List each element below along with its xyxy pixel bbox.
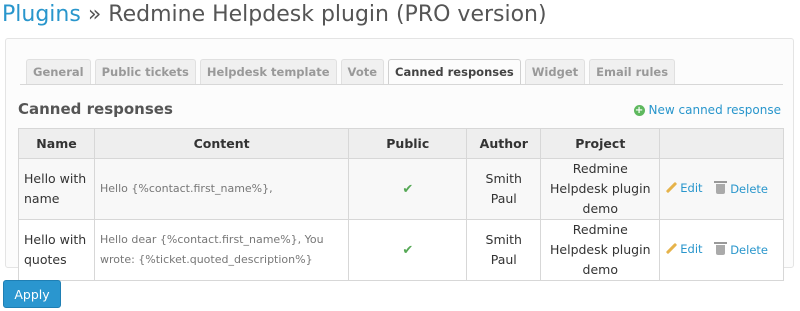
edit-button[interactable]: Edit xyxy=(665,242,702,256)
check-icon: ✔ xyxy=(402,181,414,197)
tab-widget[interactable]: Widget xyxy=(524,59,586,84)
delete-label: Delete xyxy=(730,243,768,257)
new-canned-response-link[interactable]: + New canned response xyxy=(633,103,781,117)
canned-responses-table: Name Content Public Author Project Hello… xyxy=(18,128,784,281)
page-title: Plugins » Redmine Helpdesk plugin (PRO v… xyxy=(2,0,547,30)
tab-general[interactable]: General xyxy=(26,59,91,84)
settings-box: General Public tickets Helpdesk template… xyxy=(5,38,794,281)
breadcrumb-plugins-link[interactable]: Plugins xyxy=(2,2,81,27)
delete-button[interactable]: Delete xyxy=(714,242,768,257)
apply-button[interactable]: Apply xyxy=(3,280,61,308)
edit-button[interactable]: Edit xyxy=(665,181,702,195)
edit-label: Edit xyxy=(680,181,703,195)
delete-label: Delete xyxy=(730,182,768,196)
tab-canned-responses[interactable]: Canned responses xyxy=(388,59,521,84)
table-row: Hello with name Hello {%contact.first_na… xyxy=(18,158,784,220)
tab-email-rules[interactable]: Email rules xyxy=(589,59,676,84)
settings-tabs: General Public tickets Helpdesk template… xyxy=(26,59,676,84)
breadcrumb-separator: » xyxy=(87,2,102,27)
tab-vote[interactable]: Vote xyxy=(340,59,385,84)
check-icon: ✔ xyxy=(402,242,414,258)
row-name: Hello with quotes xyxy=(18,219,95,281)
pencil-icon xyxy=(665,243,677,255)
add-icon: + xyxy=(633,104,645,116)
row-actions: Edit Delete xyxy=(659,219,784,281)
row-actions: Edit Delete xyxy=(659,158,784,220)
row-public: ✔ xyxy=(348,158,468,220)
column-header-content[interactable]: Content xyxy=(93,128,350,159)
row-author: Smith Paul xyxy=(466,158,542,220)
row-project: Redmine Helpdesk plugin demo xyxy=(540,158,661,220)
tabs-divider xyxy=(20,84,783,85)
edit-label: Edit xyxy=(680,242,703,256)
column-header-public[interactable]: Public xyxy=(348,128,468,159)
column-header-project[interactable]: Project xyxy=(540,128,661,159)
new-canned-response-label: New canned response xyxy=(648,103,781,117)
tab-helpdesk-template[interactable]: Helpdesk template xyxy=(199,59,337,84)
row-name: Hello with name xyxy=(18,158,95,220)
section-title: Canned responses xyxy=(18,100,173,118)
row-content: Hello dear {%contact.first_name%}, You w… xyxy=(93,219,350,281)
plugin-title: Redmine Helpdesk plugin (PRO version) xyxy=(108,2,547,27)
tab-public-tickets[interactable]: Public tickets xyxy=(94,59,196,84)
table-row: Hello with quotes Hello dear {%contact.f… xyxy=(18,219,784,281)
column-header-actions xyxy=(659,128,784,159)
trash-icon xyxy=(714,242,728,255)
row-author: Smith Paul xyxy=(466,219,542,281)
row-public: ✔ xyxy=(348,219,468,281)
row-content: Hello {%contact.first_name%}, xyxy=(93,158,350,220)
trash-icon xyxy=(714,181,728,194)
table-header-row: Name Content Public Author Project xyxy=(18,128,784,159)
pencil-icon xyxy=(665,182,677,194)
delete-button[interactable]: Delete xyxy=(714,181,768,196)
column-header-name[interactable]: Name xyxy=(18,128,95,159)
row-project: Redmine Helpdesk plugin demo xyxy=(540,219,661,281)
column-header-author[interactable]: Author xyxy=(466,128,542,159)
